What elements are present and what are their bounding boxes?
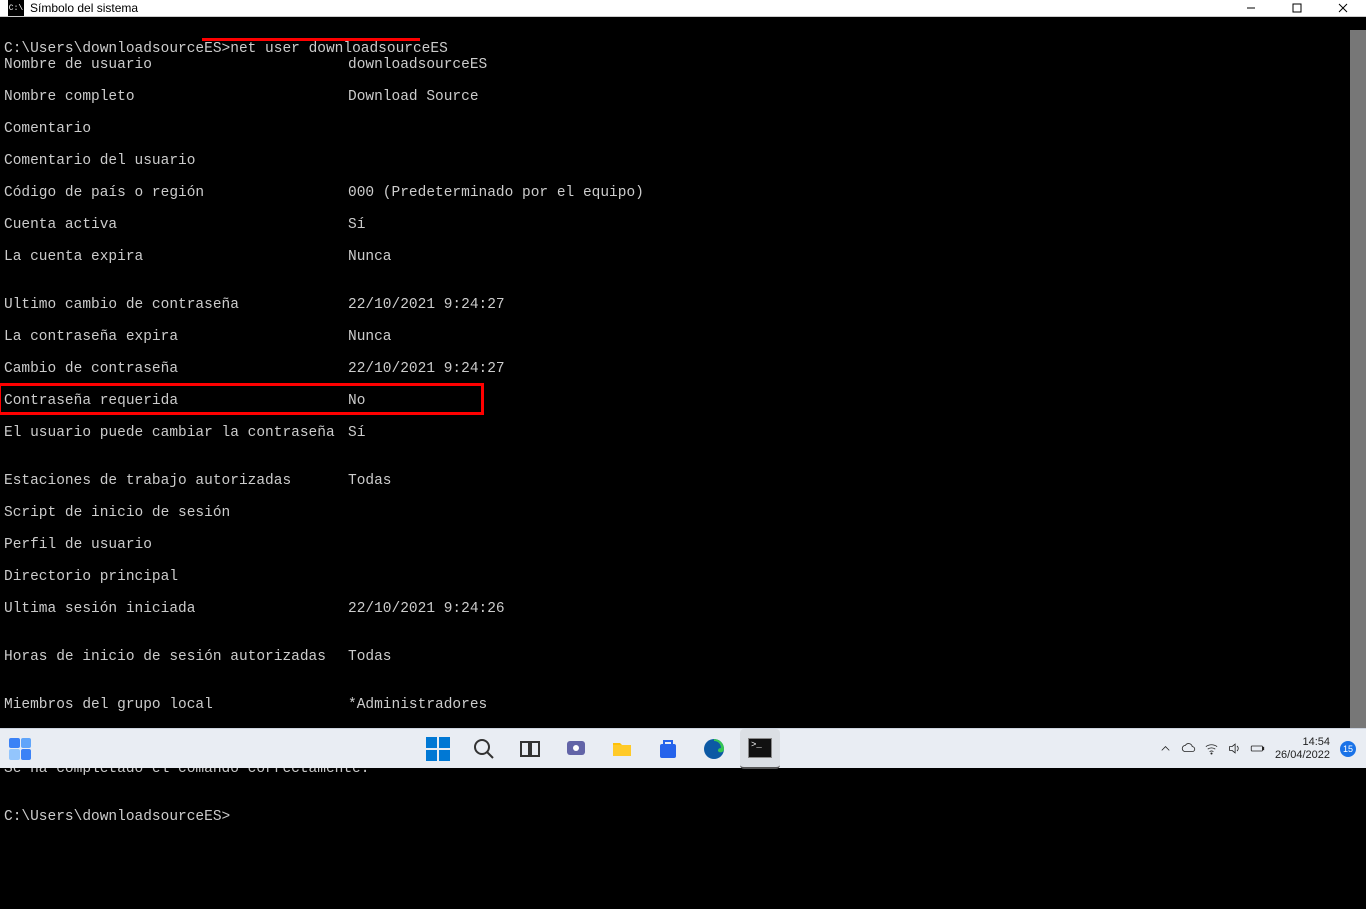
clock-date: 26/04/2022 [1275,749,1330,762]
prompt-command: net user downloadsourceES [230,41,448,57]
search-button[interactable] [464,729,504,769]
output-row: La cuenta expiraNunca [4,249,1362,265]
command-prompt-taskbar-button[interactable]: >_ [740,729,780,769]
annotation-box [0,383,484,415]
minimize-button[interactable] [1228,0,1274,16]
notification-badge[interactable]: 15 [1340,741,1356,757]
close-button[interactable] [1320,0,1366,16]
terminal-output[interactable]: C:\Users\downloadsourceES>net user downl… [0,17,1366,909]
titlebar[interactable]: C:\ Símbolo del sistema [0,0,1366,17]
output-row: Código de país o región000 (Predetermina… [4,185,1362,201]
edge-button[interactable] [694,729,734,769]
battery-icon[interactable] [1250,741,1265,756]
output-row: Miembros del grupo local*Administradores [4,697,1362,713]
microsoft-store-button[interactable] [648,729,688,769]
output-row: Cuenta activaSí [4,217,1362,233]
prompt-line: C:\Users\downloadsourceES>net user downl… [4,41,448,57]
clock[interactable]: 14:54 26/04/2022 [1275,736,1330,762]
file-explorer-button[interactable] [602,729,642,769]
output-row: El usuario puede cambiar la contraseñaSí [4,425,1362,441]
output-row: Nombre de usuariodownloadsourceES [4,57,1362,73]
output-row: Nombre completoDownload Source [4,89,1362,105]
output-row: Perfil de usuario [4,537,1362,553]
output-row: Ultima sesión iniciada22/10/2021 9:24:26 [4,601,1362,617]
window-title: Símbolo del sistema [30,1,1228,15]
chat-button[interactable] [556,729,596,769]
clock-time: 14:54 [1275,736,1330,749]
maximize-button[interactable] [1274,0,1320,16]
output-row: Directorio principal [4,569,1362,585]
output-row: Estaciones de trabajo autorizadasTodas [4,473,1362,489]
output-row: Comentario [4,121,1362,137]
output-row: Horas de inicio de sesión autorizadasTod… [4,649,1362,665]
wifi-icon[interactable] [1204,741,1219,756]
output-row: Cambio de contraseña22/10/2021 9:24:27 [4,361,1362,377]
prompt-line: C:\Users\downloadsourceES> [4,809,230,825]
widgets-button[interactable] [0,729,40,769]
system-tray[interactable] [1158,741,1265,756]
volume-icon[interactable] [1227,741,1242,756]
task-view-button[interactable] [510,729,550,769]
output-row: Ultimo cambio de contraseña22/10/2021 9:… [4,297,1362,313]
scrollbar[interactable] [1350,30,1366,730]
output-row: La contraseña expiraNunca [4,329,1362,345]
annotation-underline [202,38,420,41]
app-icon: C:\ [8,0,24,16]
output-row: Script de inicio de sesión [4,505,1362,521]
prompt-path: C:\Users\downloadsourceES> [4,41,230,57]
cloud-icon[interactable] [1181,741,1196,756]
chevron-up-icon[interactable] [1158,741,1173,756]
output-row: Comentario del usuario [4,153,1362,169]
taskbar: >_ 14:54 26/04/2022 15 [0,728,1366,768]
scrollbar-thumb[interactable] [1350,30,1366,730]
command-prompt-window: C:\ Símbolo del sistema C:\Users\downloa… [0,0,1366,730]
start-button[interactable] [418,729,458,769]
